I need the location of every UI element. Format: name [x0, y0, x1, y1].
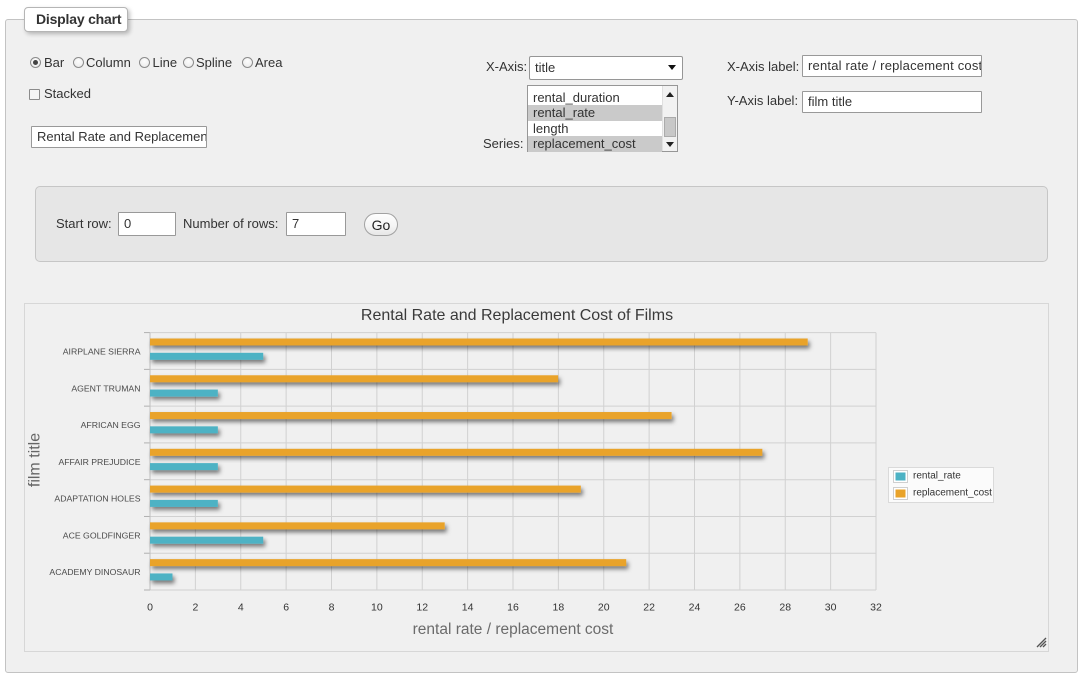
svg-text:AFRICAN EGG: AFRICAN EGG: [81, 420, 141, 430]
svg-text:22: 22: [643, 601, 655, 613]
svg-text:16: 16: [507, 601, 519, 613]
svg-text:AIRPLANE SIERRA: AIRPLANE SIERRA: [63, 346, 141, 356]
svg-text:6: 6: [283, 601, 289, 613]
svg-text:30: 30: [825, 601, 837, 613]
svg-text:Rental Rate and Replacement Co: Rental Rate and Replacement Cost of Film…: [361, 307, 673, 324]
svg-text:32: 32: [870, 601, 882, 613]
svg-text:4: 4: [238, 601, 244, 613]
svg-text:AFFAIR PREJUDICE: AFFAIR PREJUDICE: [58, 457, 140, 467]
svg-text:0: 0: [147, 601, 153, 613]
svg-text:replacement_cost: replacement_cost: [913, 488, 992, 499]
svg-text:ACE GOLDFINGER: ACE GOLDFINGER: [63, 530, 141, 540]
svg-text:14: 14: [462, 601, 474, 613]
svg-text:24: 24: [689, 601, 701, 613]
svg-text:rental rate / replacement cost: rental rate / replacement cost: [413, 621, 614, 638]
svg-text:rental_rate: rental_rate: [913, 471, 961, 482]
svg-text:8: 8: [329, 601, 335, 613]
svg-text:18: 18: [553, 601, 565, 613]
svg-text:ADAPTATION HOLES: ADAPTATION HOLES: [54, 494, 140, 504]
svg-text:28: 28: [779, 601, 791, 613]
svg-text:10: 10: [371, 601, 383, 613]
svg-text:20: 20: [598, 601, 610, 613]
svg-text:2: 2: [192, 601, 198, 613]
svg-text:AGENT TRUMAN: AGENT TRUMAN: [71, 383, 140, 393]
svg-text:film title: film title: [27, 433, 44, 487]
svg-text:ACADEMY DINOSAUR: ACADEMY DINOSAUR: [49, 567, 140, 577]
svg-text:26: 26: [734, 601, 746, 613]
svg-text:12: 12: [416, 601, 428, 613]
